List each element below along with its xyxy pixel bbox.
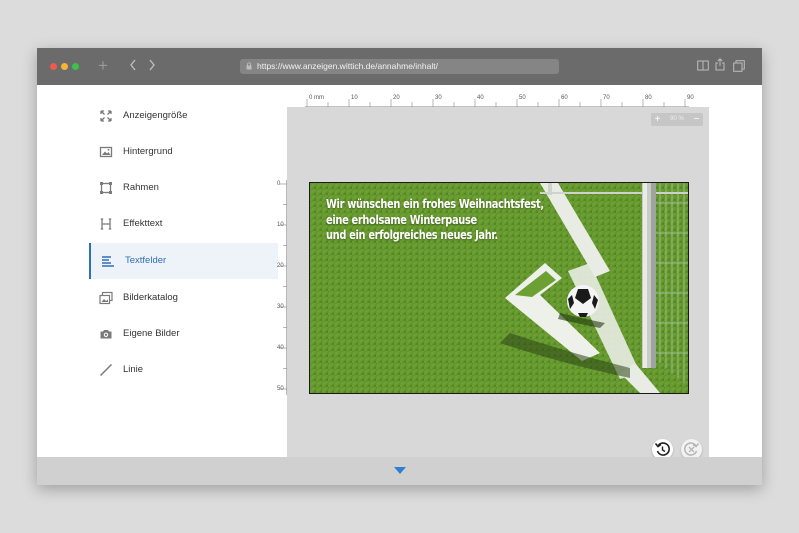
- ruler-label: 50: [519, 95, 526, 101]
- sidebar-item-hintergrund[interactable]: Hintergrund: [89, 135, 276, 169]
- frame-icon: [100, 182, 112, 194]
- sidebar-item-bilderkatalog[interactable]: Bilderkatalog: [89, 281, 276, 315]
- ruler-label: 30: [435, 95, 442, 101]
- ruler-label: 60: [561, 95, 568, 101]
- ruler-label: 30: [277, 304, 284, 310]
- forward-icon[interactable]: [148, 58, 156, 72]
- ruler-label: 0: [277, 181, 281, 187]
- tabs-icon[interactable]: [733, 60, 745, 72]
- sidebar-item-anzeigengroesse[interactable]: Anzeigengröße: [89, 99, 276, 133]
- ad-preview[interactable]: Wir wünschen ein frohes Weihnachtsfest, …: [309, 182, 689, 394]
- sidebar-item-label: Hintergrund: [123, 146, 173, 157]
- line-icon: [99, 363, 113, 377]
- ruler-label: 50: [277, 386, 284, 392]
- ad-text-line: Wir wünschen ein frohes Weihnachtsfest,: [326, 197, 544, 211]
- horizontal-ruler: [305, 99, 689, 107]
- browser-titlebar: + https://www.anzeigen.wittich.de/annahm…: [37, 48, 762, 85]
- ruler-label: 10: [351, 95, 358, 101]
- image-icon: [99, 146, 113, 158]
- lock-icon: [246, 62, 252, 70]
- zoom-in-button[interactable]: +: [651, 113, 664, 126]
- ad-greeting-text[interactable]: Wir wünschen ein frohes Weihnachtsfest, …: [326, 197, 544, 244]
- chevron-down-icon[interactable]: [394, 467, 406, 474]
- sidebar-item-label: Anzeigengröße: [123, 110, 188, 121]
- ad-text-line: eine erholsame Winterpause: [326, 212, 477, 227]
- ruler-label: 70: [603, 95, 610, 101]
- plus-icon[interactable]: +: [98, 57, 108, 74]
- reader-icon[interactable]: [697, 60, 709, 71]
- editor-content: Anzeigengröße Hintergrund Rahmen Effektt…: [37, 85, 762, 460]
- text-fields-icon: [102, 256, 114, 267]
- zoom-level: 90 %: [670, 116, 684, 122]
- ruler-label: 20: [393, 95, 400, 101]
- zoom-control: + 90 % −: [651, 113, 703, 126]
- sidebar-item-label: Effekttext: [123, 218, 163, 229]
- ruler-label: 0 mm: [309, 95, 324, 101]
- close-window-button[interactable]: [50, 63, 57, 70]
- camera-icon: [100, 330, 112, 339]
- ruler-label: 20: [277, 263, 284, 269]
- sidebar-item-linie[interactable]: Linie: [89, 353, 276, 387]
- sidebar-item-label: Eigene Bilder: [123, 328, 180, 339]
- vertical-ruler: [280, 180, 287, 395]
- ruler-label: 40: [277, 345, 284, 351]
- sidebar-item-label: Linie: [123, 364, 144, 375]
- share-icon[interactable]: [715, 58, 725, 71]
- footer-bar: [37, 457, 762, 485]
- ruler-label: 10: [277, 222, 284, 228]
- ruler-label: 80: [645, 95, 652, 101]
- address-url: https://www.anzeigen.wittich.de/annahme/…: [257, 61, 438, 71]
- sidebar-item-effekttext[interactable]: Effekttext: [89, 207, 276, 241]
- effect-text-icon: [100, 218, 112, 230]
- browser-window: + https://www.anzeigen.wittich.de/annahm…: [37, 48, 762, 485]
- sidebar-item-textfelder[interactable]: Textfelder: [89, 243, 278, 279]
- sidebar-item-eigene-bilder[interactable]: Eigene Bilder: [89, 317, 276, 351]
- address-bar[interactable]: https://www.anzeigen.wittich.de/annahme/…: [240, 59, 559, 74]
- ruler-label: 90: [687, 95, 694, 101]
- catalog-icon: [99, 291, 113, 305]
- sidebar-item-label: Rahmen: [123, 182, 159, 193]
- zoom-out-button[interactable]: −: [690, 113, 703, 126]
- sidebar-item-label: Textfelder: [125, 255, 167, 266]
- back-icon[interactable]: [129, 58, 137, 72]
- ruler-label: 40: [477, 95, 484, 101]
- maximize-window-button[interactable]: [72, 63, 79, 70]
- ad-text-line: und ein erfolgreiches neues Jahr.: [326, 228, 498, 242]
- resize-icon: [100, 110, 112, 122]
- minimize-window-button[interactable]: [61, 63, 68, 70]
- sidebar-item-rahmen[interactable]: Rahmen: [89, 171, 276, 205]
- sidebar-item-label: Bilderkatalog: [123, 292, 178, 303]
